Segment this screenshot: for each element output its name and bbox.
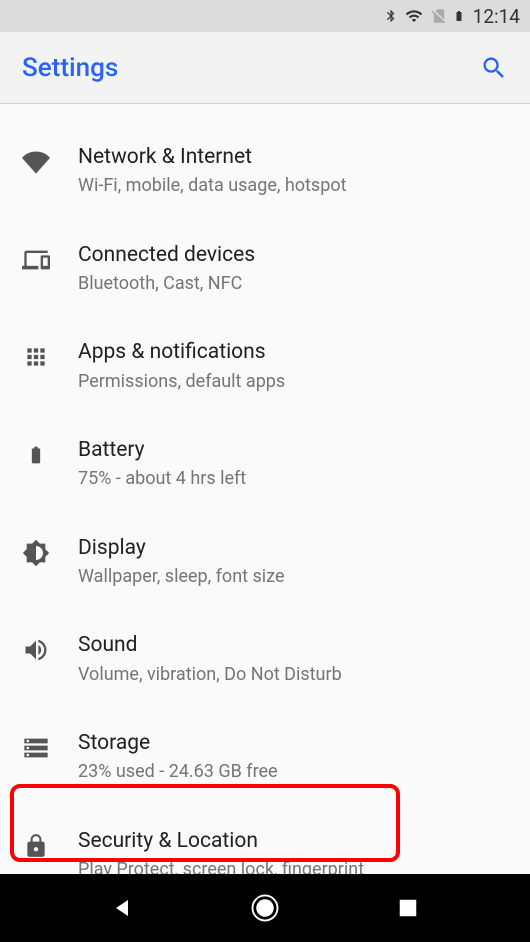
settings-item-connected-devices[interactable]: Connected devices Bluetooth, Cast, NFC xyxy=(0,220,530,318)
settings-item-battery[interactable]: Battery 75% - about 4 hrs left xyxy=(0,415,530,513)
volume-icon xyxy=(22,636,50,664)
settings-item-network[interactable]: Network & Internet Wi-Fi, mobile, data u… xyxy=(0,122,530,220)
brightness-icon xyxy=(22,539,50,567)
settings-item-display[interactable]: Display Wallpaper, sleep, font size xyxy=(0,513,530,611)
settings-item-subtitle: Permissions, default apps xyxy=(78,370,508,393)
battery-icon xyxy=(453,6,465,26)
settings-item-title: Storage xyxy=(78,730,508,757)
settings-item-title: Connected devices xyxy=(78,242,508,269)
square-icon xyxy=(397,897,419,919)
search-button[interactable] xyxy=(480,54,508,82)
recents-button[interactable] xyxy=(392,892,424,924)
page-title: Settings xyxy=(22,53,118,83)
settings-item-subtitle: Bluetooth, Cast, NFC xyxy=(78,272,508,295)
bluetooth-icon xyxy=(384,6,398,26)
home-icon xyxy=(250,893,280,923)
settings-item-title: Battery xyxy=(78,437,508,464)
home-button[interactable] xyxy=(249,892,281,924)
settings-item-subtitle: Wallpaper, sleep, font size xyxy=(78,565,508,588)
status-bar: 12:14 xyxy=(0,0,530,32)
settings-item-subtitle: Wi-Fi, mobile, data usage, hotspot xyxy=(78,174,508,197)
settings-item-title: Display xyxy=(78,535,508,562)
battery-icon xyxy=(22,441,50,469)
settings-item-title: Security & Location xyxy=(78,828,508,855)
settings-item-subtitle: 23% used - 24.63 GB free xyxy=(78,760,508,783)
settings-item-title: Apps & notifications xyxy=(78,339,508,366)
settings-item-storage[interactable]: Storage 23% used - 24.63 GB free xyxy=(0,708,530,806)
search-icon xyxy=(480,54,508,82)
back-button[interactable] xyxy=(106,892,138,924)
settings-item-sound[interactable]: Sound Volume, vibration, Do Not Disturb xyxy=(0,610,530,708)
app-bar: Settings xyxy=(0,32,530,104)
wifi-icon xyxy=(22,148,50,176)
lock-icon xyxy=(22,832,50,860)
settings-list: Network & Internet Wi-Fi, mobile, data u… xyxy=(0,104,530,904)
devices-icon xyxy=(22,246,50,274)
settings-item-subtitle: Volume, vibration, Do Not Disturb xyxy=(78,663,508,686)
settings-item-title: Sound xyxy=(78,632,508,659)
settings-item-apps[interactable]: Apps & notifications Permissions, defaul… xyxy=(0,317,530,415)
storage-icon xyxy=(22,734,50,762)
settings-item-title: Network & Internet xyxy=(78,144,508,171)
apps-icon xyxy=(22,343,50,371)
status-time: 12:14 xyxy=(473,5,520,28)
no-sim-icon xyxy=(430,6,448,26)
navigation-bar xyxy=(0,874,530,942)
wifi-icon xyxy=(403,7,425,25)
settings-item-subtitle: 75% - about 4 hrs left xyxy=(78,467,508,490)
back-icon xyxy=(110,896,134,920)
